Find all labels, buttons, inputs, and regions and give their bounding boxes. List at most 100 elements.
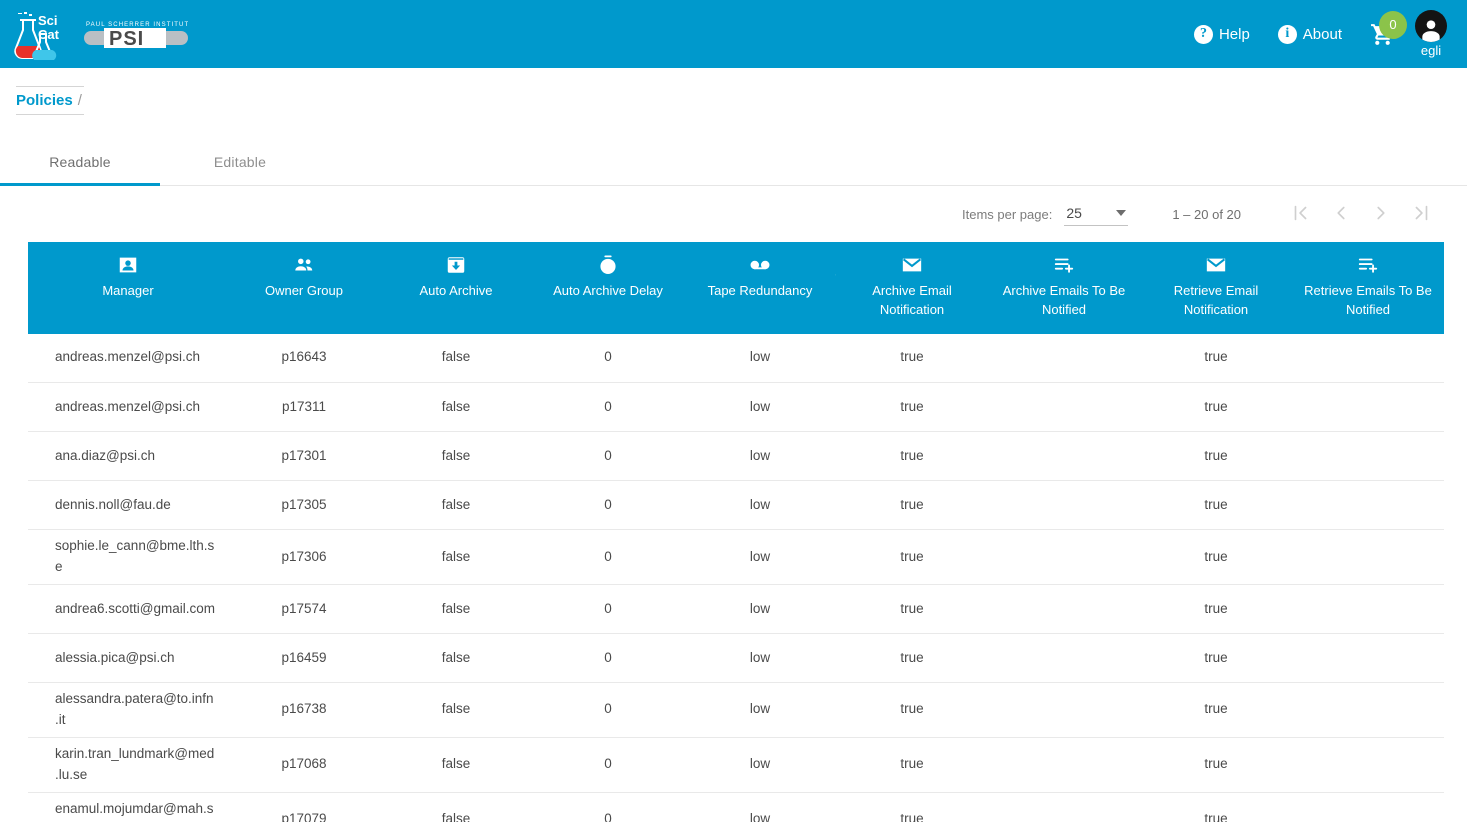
table-row[interactable]: andreas.menzel@psi.ch p16643 false 0 low true… xyxy=(28,333,1444,384)
cell-archive-email-notification: true xyxy=(836,333,988,384)
table-row[interactable]: sophie.le_cann@bme.lth.se p17306 false 0 low… xyxy=(28,529,1444,586)
people-icon xyxy=(293,254,315,276)
table-row[interactable]: andreas.menzel@psi.ch p17311 false 0 low true… xyxy=(28,382,1444,433)
cell-owner-group: p17079 xyxy=(228,792,380,822)
cell-auto-archive: false xyxy=(380,737,532,793)
first-page-button[interactable] xyxy=(1281,194,1321,234)
column-header-auto-archive-delay[interactable]: Auto Archive Delay xyxy=(532,242,684,334)
cell-auto-archive-delay: 0 xyxy=(532,737,684,793)
app-header: Sci Cat PAUL SCHERRER INSTITUT PSI ? Hel… xyxy=(0,0,1467,68)
tab-editable[interactable]: Editable xyxy=(160,138,320,185)
cell-manager: andrea6.scotti@gmail.com xyxy=(28,584,228,635)
cell-retrieve-emails-to-be-notified xyxy=(1292,480,1444,531)
psi-logo[interactable]: PAUL SCHERRER INSTITUT PSI xyxy=(84,17,188,51)
table-row[interactable]: dennis.noll@fau.de p17305 false 0 low true tru… xyxy=(28,480,1444,531)
column-header-manager[interactable]: Manager xyxy=(28,242,228,334)
table-row[interactable]: alessia.pica@psi.ch p16459 false 0 low true tr… xyxy=(28,633,1444,684)
items-per-page-label: Items per page: xyxy=(962,206,1053,222)
cell-owner-group: p17068 xyxy=(228,737,380,793)
cell-retrieve-email-notification: true xyxy=(1140,382,1292,433)
column-header-retrieve-emails-to-be-notified[interactable]: Retrieve Emails To Be Notified xyxy=(1292,242,1444,334)
cell-retrieve-email-notification: true xyxy=(1140,584,1292,635)
help-button[interactable]: ? Help xyxy=(1180,24,1264,44)
about-button[interactable]: i About xyxy=(1264,24,1356,44)
cell-retrieve-email-notification: true xyxy=(1140,480,1292,531)
cell-retrieve-email-notification: true xyxy=(1140,792,1292,822)
cell-retrieve-emails-to-be-notified xyxy=(1292,633,1444,684)
cell-archive-emails-to-be-notified xyxy=(988,431,1140,482)
cell-manager: ana.diaz@psi.ch xyxy=(28,431,228,482)
column-header-owner-group-label: Owner Group xyxy=(264,283,344,298)
playlist-add-icon xyxy=(1053,254,1075,276)
playlist-add-icon xyxy=(1357,254,1379,276)
items-per-page-value: 25 xyxy=(1066,204,1082,221)
cell-tape-redundancy: low xyxy=(684,584,836,635)
items-per-page-select[interactable]: 25 xyxy=(1064,203,1129,226)
table-body: andreas.menzel@psi.ch p16643 false 0 low true… xyxy=(28,333,1444,822)
cell-owner-group: p17305 xyxy=(228,480,380,531)
cell-retrieve-email-notification: true xyxy=(1140,431,1292,482)
cell-auto-archive-delay: 0 xyxy=(532,792,684,822)
column-header-archive-email-notification[interactable]: Archive Email Notification xyxy=(836,242,988,334)
table-row[interactable]: ana.diaz@psi.ch p17301 false 0 low true true xyxy=(28,431,1444,482)
cell-auto-archive: false xyxy=(380,480,532,531)
app-header-actions: ? Help i About 0 egli xyxy=(1180,0,1467,68)
help-label: Help xyxy=(1218,25,1250,43)
scicat-logo[interactable]: Sci Cat xyxy=(12,8,70,60)
cell-archive-emails-to-be-notified xyxy=(988,480,1140,531)
table-row[interactable]: andrea6.scotti@gmail.com p17574 false 0 low t… xyxy=(28,584,1444,635)
cell-auto-archive: false xyxy=(380,584,532,635)
cell-archive-emails-to-be-notified xyxy=(988,529,1140,586)
column-header-tape-redundancy-label: Tape Redundancy xyxy=(707,283,813,298)
table-header-row: Manager Owner Group Auto Archive Auto Ar… xyxy=(28,242,1444,334)
tab-readable[interactable]: Readable xyxy=(0,138,160,186)
cell-auto-archive-delay: 0 xyxy=(532,382,684,433)
column-header-owner-group[interactable]: Owner Group xyxy=(228,242,380,334)
column-header-tape-redundancy[interactable]: Tape Redundancy ↑ xyxy=(684,242,842,334)
user-menu-button[interactable]: egli xyxy=(1409,10,1457,58)
column-header-retrieve-email-notification[interactable]: Retrieve Email Notification xyxy=(1140,242,1292,334)
cell-archive-email-notification: true xyxy=(836,792,988,822)
logo-group: Sci Cat PAUL SCHERRER INSTITUT PSI xyxy=(12,8,188,60)
cell-tape-redundancy: low xyxy=(684,792,836,822)
avatar xyxy=(1415,10,1447,42)
svg-text:Sci: Sci xyxy=(38,13,58,28)
cell-archive-email-notification: true xyxy=(836,737,988,793)
chevron-right-icon xyxy=(1370,202,1392,227)
breadcrumb-item-policies[interactable]: Policies xyxy=(16,92,73,109)
cell-archive-email-notification: true xyxy=(836,682,988,738)
column-header-auto-archive-label: Auto Archive xyxy=(419,283,493,298)
cell-manager: sophie.le_cann@bme.lth.se xyxy=(28,529,228,586)
column-header-archive-emails-to-be-notified[interactable]: Archive Emails To Be Notified xyxy=(988,242,1140,334)
cell-auto-archive-delay: 0 xyxy=(532,529,684,586)
cell-manager: dennis.noll@fau.de xyxy=(28,480,228,531)
cell-auto-archive: false xyxy=(380,333,532,384)
chevron-down-icon xyxy=(1116,209,1127,216)
cell-retrieve-email-notification: true xyxy=(1140,633,1292,684)
cart-button[interactable]: 0 xyxy=(1356,10,1409,47)
cell-owner-group: p17301 xyxy=(228,431,380,482)
table-row[interactable]: karin.tran_lundmark@med.lu.se p17068 false… xyxy=(28,737,1444,793)
cell-retrieve-emails-to-be-notified xyxy=(1292,682,1444,738)
previous-page-button[interactable] xyxy=(1321,194,1361,234)
cell-retrieve-emails-to-be-notified xyxy=(1292,737,1444,793)
column-header-auto-archive[interactable]: Auto Archive xyxy=(380,242,532,334)
person-icon xyxy=(117,254,139,276)
cell-archive-emails-to-be-notified xyxy=(988,682,1140,738)
cell-archive-email-notification: true xyxy=(836,633,988,684)
email-icon xyxy=(1205,254,1227,276)
voicemail-tape-icon xyxy=(749,254,771,276)
cell-manager: andreas.menzel@psi.ch xyxy=(28,333,228,384)
chevron-left-icon xyxy=(1330,202,1352,227)
help-icon: ? xyxy=(1193,24,1213,44)
cell-archive-email-notification: true xyxy=(836,480,988,531)
cell-archive-emails-to-be-notified xyxy=(988,633,1140,684)
column-header-retrieve-emails-to-be-notified-label: Retrieve Emails To Be Notified xyxy=(1304,283,1432,317)
last-page-button[interactable] xyxy=(1401,194,1441,234)
timer-icon xyxy=(597,254,619,276)
policy-tabs: Readable Editable xyxy=(0,138,1467,186)
table-row[interactable]: alessandra.patera@to.infn.it p16738 false 0… xyxy=(28,682,1444,738)
table-row[interactable]: enamul.mojumdar@mah.sep17079false0lowtru… xyxy=(28,792,1444,822)
next-page-button[interactable] xyxy=(1361,194,1401,234)
cell-tape-redundancy: low xyxy=(684,682,836,738)
